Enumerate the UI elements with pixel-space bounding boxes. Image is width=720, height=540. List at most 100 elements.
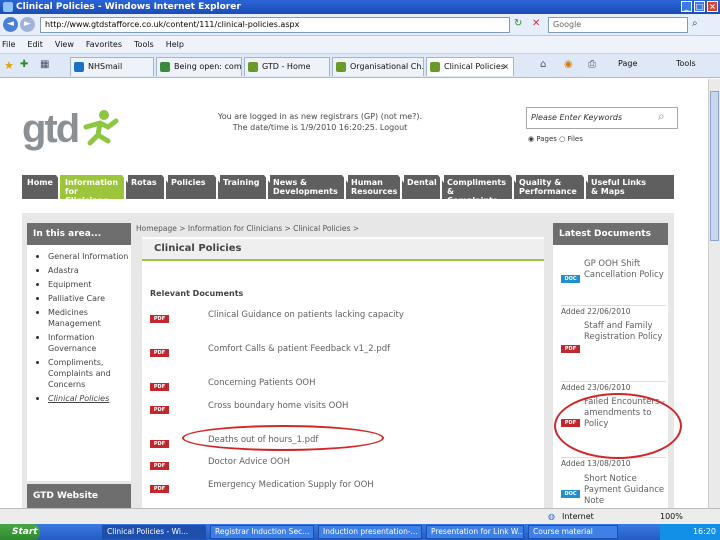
doc-row[interactable]: PDF Clinical Guidance on patients lacking…	[150, 310, 540, 332]
address-bar: ◄ ► http://www.gtdstafforce.co.uk/conten…	[0, 14, 720, 36]
maximize-button[interactable]: □	[694, 1, 705, 12]
vertical-scrollbar[interactable]	[708, 79, 720, 508]
nav-training[interactable]: Training	[218, 175, 270, 199]
url-field[interactable]: http://www.gtdstafforce.co.uk/content/11…	[40, 17, 510, 33]
tab-favicon-icon	[430, 62, 440, 72]
print-icon[interactable]: ⎙	[588, 59, 596, 70]
radio-files[interactable]: ○	[559, 135, 567, 143]
search-icon[interactable]: ⌕	[658, 109, 674, 125]
relevant-documents-heading: Relevant Documents	[150, 289, 244, 298]
doc-row[interactable]: PDF Cross boundary home visits OOH	[150, 401, 540, 423]
nav-useful-links[interactable]: Useful Links & Maps	[586, 175, 674, 199]
doc-row[interactable]: PDF Comfort Calls & patient Feedback v1_2…	[150, 344, 540, 366]
search-icon[interactable]: ⌕	[692, 18, 698, 29]
doc-link[interactable]: Cross boundary home visits OOH	[208, 401, 508, 412]
menu-bar: File Edit View Favorites Tools Help	[0, 36, 720, 54]
latest-doc-link[interactable]: GP OOH Shift Cancellation Policy	[584, 259, 666, 281]
left-item-clinical-policies[interactable]: Clinical Policies	[27, 393, 131, 404]
scrollbar-thumb[interactable]	[710, 91, 719, 241]
status-bar: ◍ Internet 100%	[0, 508, 720, 524]
refresh-icon[interactable]: ↻	[514, 18, 528, 32]
taskbar-item[interactable]: Clinical Policies - Wi...	[102, 525, 206, 539]
menu-help[interactable]: Help	[166, 36, 184, 53]
left-item-information-governance[interactable]: Information Governance	[27, 332, 131, 354]
tools-menu[interactable]: Tools	[676, 59, 696, 68]
left-nav-list: General Information Adastra Equipment Pa…	[27, 245, 131, 481]
menu-edit[interactable]: Edit	[27, 36, 43, 53]
latest-documents-heading: Latest Documents	[553, 223, 668, 245]
nav-policies[interactable]: Policies	[166, 175, 220, 199]
doc-link[interactable]: Doctor Advice OOH	[208, 457, 508, 468]
page-menu[interactable]: Page	[618, 59, 637, 68]
add-favorite-icon[interactable]: ✚	[20, 59, 28, 70]
pdf-icon: PDF	[150, 440, 169, 448]
datetime-logout: The date/time is 1/9/2010 16:20:25. Logo…	[232, 123, 408, 132]
zoom-level[interactable]: 100%	[660, 509, 683, 524]
nav-human-resources[interactable]: Human Resources	[346, 175, 404, 199]
clock: 16:20	[692, 527, 716, 536]
tab-being-open[interactable]: Being open: com...	[156, 57, 242, 76]
left-item-equipment[interactable]: Equipment	[27, 279, 131, 290]
home-icon[interactable]: ⌂	[540, 59, 546, 70]
radio-pages-label: Pages	[536, 135, 557, 143]
menu-view[interactable]: View	[55, 36, 74, 53]
taskbar-item[interactable]: Registrar Induction Sec...	[210, 525, 314, 539]
latest-documents-panel	[553, 245, 668, 508]
search-input[interactable]: Google	[548, 17, 688, 33]
tab-gtd-home[interactable]: GTD - Home	[244, 57, 330, 76]
menu-file[interactable]: File	[2, 36, 15, 53]
tab-clinical-policies[interactable]: Clinical Policies ×	[426, 57, 514, 76]
forward-button[interactable]: ►	[20, 17, 35, 32]
menu-favorites[interactable]: Favorites	[86, 36, 122, 53]
doc-link[interactable]: Emergency Medication Supply for OOH	[208, 480, 508, 491]
tab-organisational[interactable]: Organisational Ch...	[332, 57, 424, 76]
latest-doc-link[interactable]: Short Notice Payment Guidance Note	[584, 474, 666, 507]
site-search-input[interactable]: Please Enter Keywords	[526, 107, 678, 129]
tab-label: NHSmail	[88, 62, 123, 71]
left-item-palliative-care[interactable]: Palliative Care	[27, 293, 131, 304]
annotation-circle	[182, 425, 384, 451]
nav-rotas[interactable]: Rotas	[126, 175, 168, 199]
favorites-star-icon[interactable]: ★	[4, 59, 14, 72]
latest-doc-link[interactable]: Staff and Family Registration Policy	[584, 321, 666, 343]
taskbar-item[interactable]: Presentation for Link W...	[426, 525, 524, 539]
minimize-button[interactable]: _	[681, 1, 692, 12]
main-nav: Home Information for Clinicians Rotas Pol…	[22, 175, 674, 205]
left-item-general-information[interactable]: General Information	[27, 251, 131, 262]
quick-tabs-icon[interactable]: ▦	[40, 59, 49, 70]
nav-dental[interactable]: Dental	[402, 175, 444, 199]
left-item-compliments-complaints[interactable]: Compliments, Complaints and Concerns	[27, 357, 131, 390]
back-button[interactable]: ◄	[3, 17, 18, 32]
stop-icon[interactable]: ✕	[532, 18, 546, 32]
window-title: Clinical Policies - Windows Internet Exp…	[16, 2, 241, 12]
tab-favicon-icon	[336, 62, 346, 72]
gtd-website-heading[interactable]: GTD Website	[27, 484, 131, 508]
doc-row[interactable]: PDF Emergency Medication Supply for OOH	[150, 480, 540, 502]
start-button[interactable]: Start	[0, 524, 40, 540]
doc-link[interactable]: Clinical Guidance on patients lacking ca…	[208, 310, 508, 321]
doc-icon: DOC	[561, 275, 580, 283]
taskbar-item[interactable]: Induction presentation-...	[318, 525, 422, 539]
tab-close-icon[interactable]: ×	[502, 58, 509, 76]
tab-nhsmail[interactable]: NHSmail	[70, 57, 154, 76]
doc-row[interactable]: PDF Concerning Patients OOH	[150, 378, 540, 400]
menu-tools[interactable]: Tools	[134, 36, 154, 53]
nav-compliments-complaints[interactable]: Compliments & Complaints	[442, 175, 516, 205]
left-item-medicines-management[interactable]: Medicines Management	[27, 307, 131, 329]
doc-row[interactable]: PDF Doctor Advice OOH	[150, 457, 540, 479]
taskbar-item[interactable]: Course material	[528, 525, 618, 539]
doc-link[interactable]: Concerning Patients OOH	[208, 378, 508, 389]
tab-label: GTD - Home	[262, 62, 311, 71]
doc-link[interactable]: Comfort Calls & patient Feedback v1_2.pd…	[208, 344, 508, 355]
nav-news-developments[interactable]: News & Developments	[268, 175, 348, 199]
feeds-icon[interactable]: ◉	[564, 59, 573, 70]
close-button[interactable]: ×	[707, 1, 718, 12]
latest-doc-added: Added 22/06/2010	[561, 305, 666, 316]
nav-home[interactable]: Home	[22, 175, 62, 199]
nav-information-for-clinicians[interactable]: Information for Clinicians	[60, 175, 128, 205]
web-page: gtd You are logged in as new registrars …	[0, 79, 708, 508]
nav-quality-performance[interactable]: Quality & Performance	[514, 175, 588, 199]
left-item-adastra[interactable]: Adastra	[27, 265, 131, 276]
breadcrumb[interactable]: Homepage > Information for Clinicians > …	[136, 224, 359, 233]
gtd-logo[interactable]: gtd	[22, 107, 80, 152]
